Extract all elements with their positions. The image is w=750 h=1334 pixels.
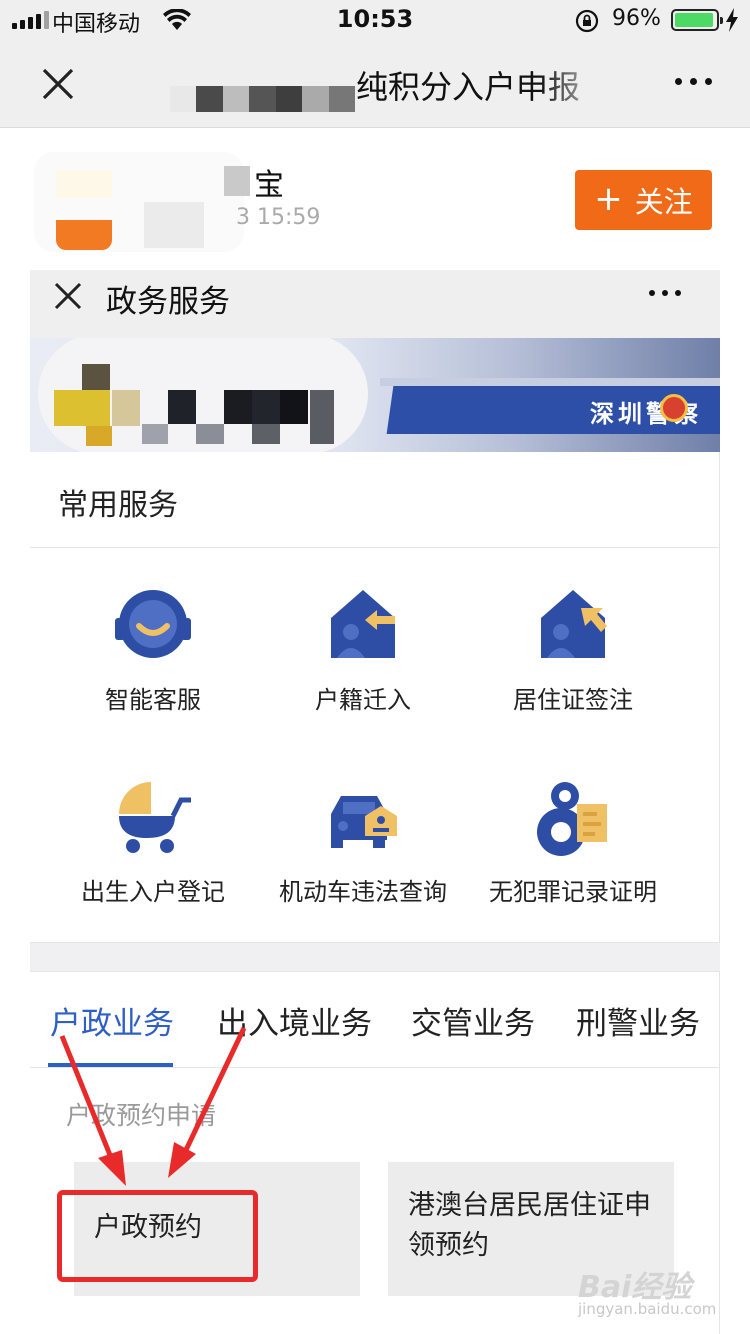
tile-label-line2: 领预约 <box>408 1230 489 1261</box>
service-item[interactable]: 机动车违法查询 <box>258 774 468 907</box>
tab-traffic[interactable]: 交管业务 <box>411 998 535 1043</box>
household-transfer-icon <box>321 582 405 666</box>
more-icon[interactable] <box>675 78 712 85</box>
plus-icon: + <box>594 178 623 219</box>
business-tabs: 户政业务 出入境业务 交管业务 刑警业务 <box>30 972 720 1068</box>
more-icon[interactable] <box>649 290 681 296</box>
tab-exit-entry[interactable]: 出入境业务 <box>217 998 372 1043</box>
top-nav-bar: 纯积分入户申报 <box>0 40 750 128</box>
residence-permit-icon <box>531 582 615 666</box>
section-title: 常用服务 <box>58 488 178 523</box>
title-fade <box>540 58 610 112</box>
no-crime-record-icon <box>531 774 615 858</box>
close-icon[interactable] <box>52 280 84 312</box>
status-bar: 中国移动 10:53 96% <box>0 0 750 40</box>
police-badge-icon <box>660 394 688 422</box>
follow-label: 关注 <box>634 185 693 219</box>
card-header: 政务服务 <box>30 270 720 338</box>
follow-button[interactable]: + 关注 <box>575 170 712 230</box>
service-label: 智能客服 <box>105 686 201 714</box>
service-item[interactable]: 出生入户登记 <box>48 774 258 907</box>
service-item[interactable]: 智能客服 <box>48 582 258 715</box>
card-title: 政务服务 <box>106 284 230 320</box>
sub-section-title: 户政预约申请 <box>66 1101 217 1130</box>
gov-service-card: 政务服务 深圳警察 常用服务 智能客服 户籍迁入 居住证签注 出生入户登记 机动… <box>30 270 720 1334</box>
service-item[interactable]: 居住证签注 <box>468 582 678 715</box>
baby-stroller-icon <box>111 774 195 858</box>
tab-household[interactable]: 户政业务 <box>50 998 174 1043</box>
post-date: 3 15:59 <box>236 205 321 230</box>
close-icon[interactable] <box>36 62 80 106</box>
service-label: 出生入户登记 <box>81 878 225 906</box>
watermark-url: jingyan.baidu.com <box>578 1300 717 1318</box>
service-label: 无犯罪记录证明 <box>489 878 657 906</box>
tile-label-line1: 港澳台居民居住证申 <box>408 1190 651 1221</box>
service-item[interactable]: 无犯罪记录证明 <box>468 774 678 907</box>
service-label: 户籍迁入 <box>315 686 411 714</box>
author-name: 宝 <box>254 168 284 203</box>
service-item[interactable]: 户籍迁入 <box>258 582 468 715</box>
highlight-box <box>57 1190 258 1282</box>
battery-icon <box>671 9 723 31</box>
divider <box>30 547 720 548</box>
active-tab-indicator <box>48 1063 173 1067</box>
tab-criminal[interactable]: 刑警业务 <box>576 998 700 1043</box>
customer-service-icon <box>111 582 195 666</box>
section-gap <box>30 942 720 972</box>
blurred-title-prefix <box>170 86 355 112</box>
police-banner: 深圳警察 <box>30 338 720 452</box>
rotation-lock-icon <box>575 9 599 37</box>
author-avatar-blurred <box>34 152 250 252</box>
charging-icon <box>725 8 739 36</box>
battery-percent: 96% <box>612 6 661 31</box>
car-violation-icon <box>321 774 405 858</box>
service-label: 居住证签注 <box>513 686 633 714</box>
service-label: 机动车违法查询 <box>279 878 447 906</box>
